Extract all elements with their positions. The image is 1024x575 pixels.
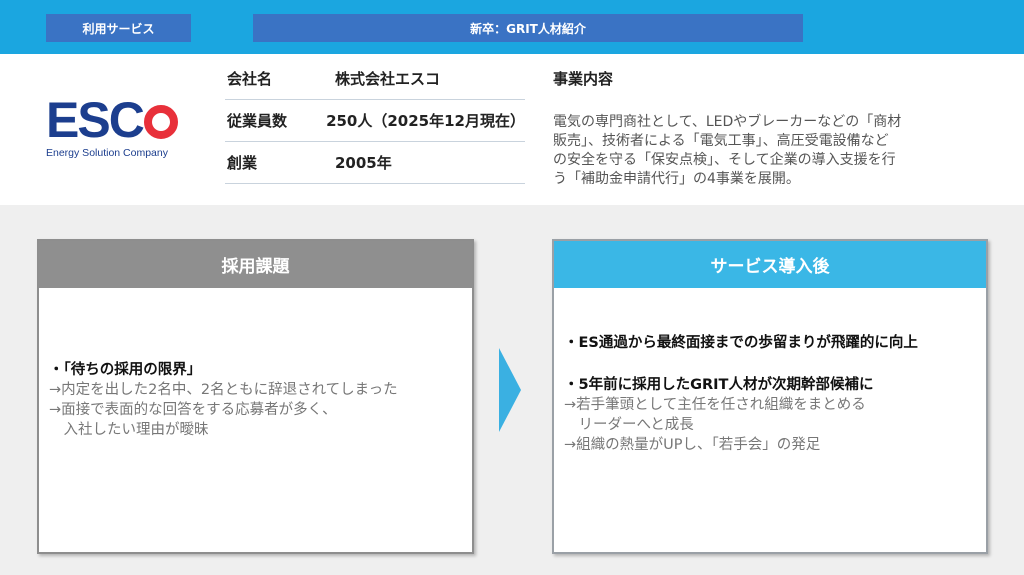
business-line: う「補助金申請代行」の4事業を展開。	[553, 171, 800, 187]
info-row-employees: 従業員数 250人（2025年12月現在）	[225, 100, 525, 142]
company-info-table: 会社名 株式会社エスコ 従業員数 250人（2025年12月現在） 創業 200…	[225, 58, 525, 184]
business-title: 事業内容	[553, 70, 614, 88]
info-value: 株式会社エスコ	[335, 70, 441, 88]
logo-wordmark: ESC	[46, 95, 186, 145]
business-description: 事業内容 電気の専門商社として、LEDやブレーカーなどの「商材 販売」、技術者に…	[553, 68, 983, 189]
info-value: 2005年	[335, 154, 392, 172]
service-name-pill: 新卒：GRIT人材紹介	[253, 14, 803, 42]
info-value: 250人（2025年12月現在）	[326, 112, 525, 130]
challenge-detail: →内定を出した2名中、2名ともに辞退されてしまった	[49, 382, 398, 398]
after-detail: →組織の熱量がUPし、「若手会」の発足	[564, 437, 821, 453]
challenge-detail: →面接で表面的な回答をする応募者が多く、	[49, 402, 337, 418]
after-result: ・ES通過から最終面接までの歩留まりが飛躍的に向上	[564, 335, 918, 351]
business-line: 電気の専門商社として、LEDやブレーカーなどの「商材	[553, 114, 902, 130]
right-arrow-icon	[499, 348, 521, 432]
after-card-title: サービス導入後	[554, 241, 986, 288]
info-row-founded: 創業 2005年	[225, 142, 525, 184]
info-label: 会社名	[227, 70, 273, 88]
challenge-detail: 入社したい理由が曖昧	[49, 422, 209, 438]
after-detail: リーダーへと成長	[564, 417, 694, 433]
info-label: 従業員数	[227, 112, 288, 130]
after-result: ・5年前に採用したGRIT人材が次期幹部候補に	[564, 377, 874, 393]
service-label-pill: 利用サービス	[46, 14, 191, 42]
logo-tagline: Energy Solution Company	[46, 147, 168, 159]
info-label: 創業	[227, 154, 258, 172]
after-detail: →若手筆頭として主任を任され組織をまとめる	[564, 397, 866, 413]
business-text: 電気の専門商社として、LEDやブレーカーなどの「商材 販売」、技術者による「電気…	[553, 113, 983, 189]
challenge-card: 採用課題 ・「待ちの採用の限界」 →内定を出した2名中、2名ともに辞退されてしま…	[37, 239, 474, 554]
after-card: サービス導入後 ・ES通過から最終面接までの歩留まりが飛躍的に向上 ・5年前に採…	[552, 239, 988, 554]
challenge-heading: ・「待ちの採用の限界」	[49, 362, 202, 378]
business-line: の安全を守る「保安点検」、そして企業の導入支援を行	[553, 152, 896, 168]
company-logo: ESC Energy Solution Company	[46, 95, 186, 159]
info-row-company-name: 会社名 株式会社エスコ	[225, 58, 525, 100]
business-line: 販売」、技術者による「電気工事」、高圧受電設備など	[553, 133, 889, 149]
challenge-card-title: 採用課題	[39, 241, 472, 288]
